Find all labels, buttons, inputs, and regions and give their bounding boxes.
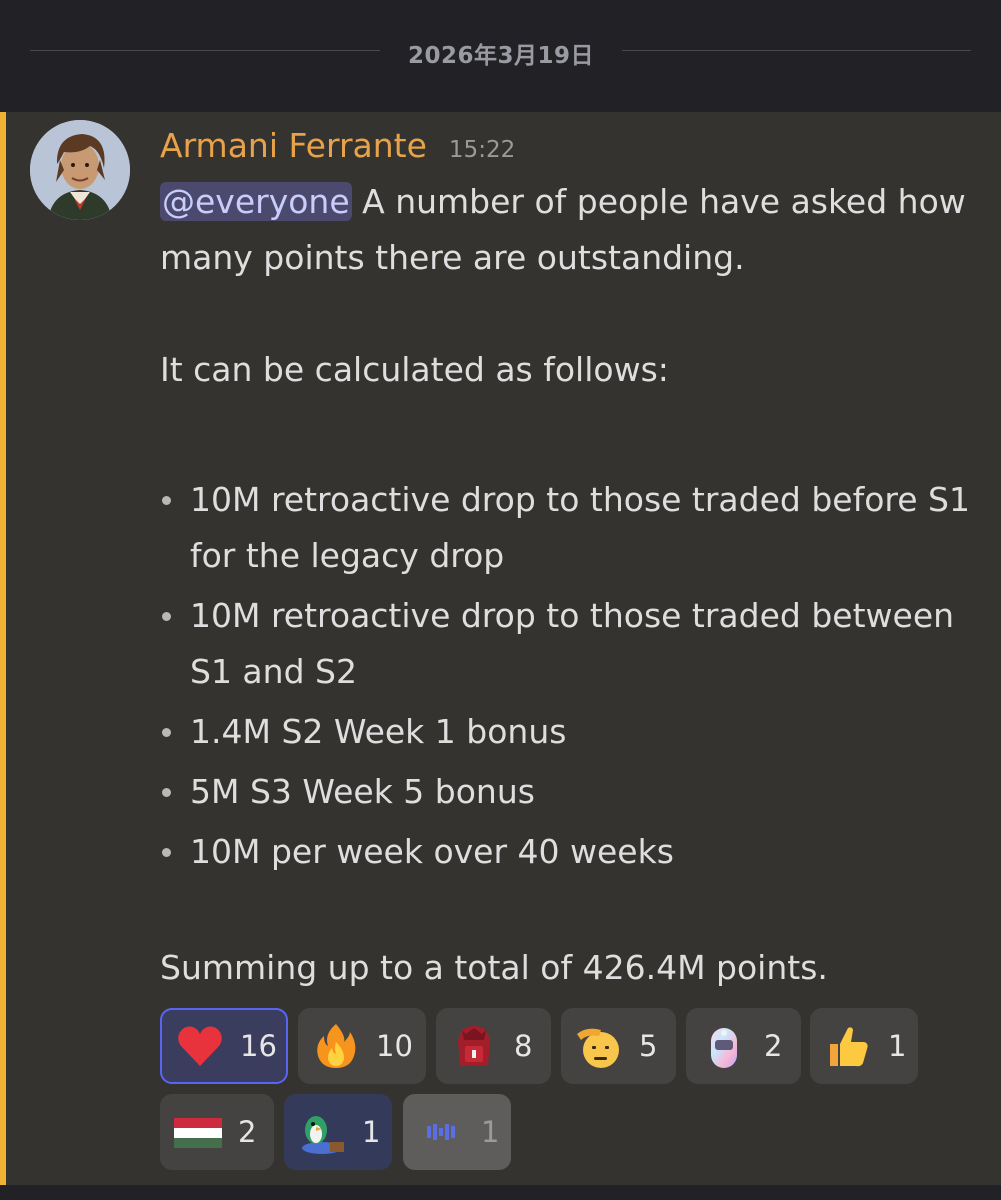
bullet-list: 10M retroactive drop to those traded bef… bbox=[160, 472, 980, 880]
timestamp: 15:22 bbox=[448, 137, 516, 163]
holographic-capsule-icon bbox=[711, 1028, 737, 1068]
thumbs-up-icon bbox=[830, 1027, 868, 1067]
divider-left bbox=[30, 50, 380, 51]
reaction-count: 16 bbox=[240, 1029, 277, 1063]
list-item: 1.4M S2 Week 1 bonus bbox=[160, 704, 980, 760]
list-item: 5M S3 Week 5 bonus bbox=[160, 764, 980, 820]
list-item: 10M retroactive drop to those traded bet… bbox=[160, 588, 980, 700]
avatar-image bbox=[30, 120, 130, 220]
red-backpack-icon bbox=[458, 1026, 490, 1066]
bullet-dot-icon bbox=[162, 788, 171, 797]
reaction-holographic-capsule[interactable]: 2 bbox=[686, 1008, 801, 1084]
reaction-red-backpack[interactable]: 8 bbox=[436, 1008, 551, 1084]
reaction-hungary-flag[interactable]: 2 bbox=[160, 1094, 274, 1170]
message-content: @everyone A number of people have asked … bbox=[160, 174, 980, 996]
bullet-dot-icon bbox=[162, 612, 171, 621]
reaction-count: 1 bbox=[888, 1029, 907, 1063]
message-header: Armani Ferrante 15:22 bbox=[160, 126, 515, 166]
bullet-dot-icon bbox=[162, 496, 171, 505]
reaction-count: 1 bbox=[481, 1115, 500, 1149]
bottom-bar bbox=[0, 1185, 1001, 1200]
reaction-fire[interactable]: 10 bbox=[298, 1008, 426, 1084]
list-item-text: 10M retroactive drop to those traded bet… bbox=[190, 596, 955, 691]
reaction-count: 5 bbox=[639, 1029, 658, 1063]
reaction-count: 10 bbox=[376, 1029, 413, 1063]
reaction-heart[interactable]: 16 bbox=[160, 1008, 288, 1084]
reaction-saluting-face[interactable]: 5 bbox=[561, 1008, 676, 1084]
penguin-dj-icon bbox=[302, 1116, 344, 1154]
reaction-thumbs-up[interactable]: 1 bbox=[810, 1008, 918, 1084]
reaction-count: 2 bbox=[764, 1029, 783, 1063]
mention-highlight-bar bbox=[0, 112, 6, 1185]
summary-line: Summing up to a total of 426.4M points. bbox=[160, 948, 828, 987]
reaction-count: 1 bbox=[362, 1115, 381, 1149]
reaction-count: 2 bbox=[238, 1115, 257, 1149]
list-item-text: 10M retroactive drop to those traded bef… bbox=[190, 480, 970, 575]
list-item: 10M per week over 40 weeks bbox=[160, 824, 980, 880]
date-label: 2026年3月19日 bbox=[407, 43, 595, 69]
author-name[interactable]: Armani Ferrante bbox=[160, 126, 427, 165]
reaction-count: 8 bbox=[514, 1029, 533, 1063]
fire-icon bbox=[317, 1024, 356, 1068]
calc-line: It can be calculated as follows: bbox=[160, 350, 669, 389]
heart-icon bbox=[178, 1026, 222, 1066]
message: Armani Ferrante 15:22 @everyone A number… bbox=[0, 112, 1001, 1185]
date-separator: 2026年3月19日 bbox=[0, 0, 1001, 112]
list-item-text: 10M per week over 40 weeks bbox=[190, 832, 674, 871]
list-item-text: 5M S3 Week 5 bonus bbox=[190, 772, 535, 811]
bullet-dot-icon bbox=[162, 848, 171, 857]
reaction-penguin-dj[interactable]: 1 bbox=[284, 1094, 392, 1170]
list-item-text: 1.4M S2 Week 1 bonus bbox=[190, 712, 567, 751]
bullet-dot-icon bbox=[162, 728, 171, 737]
reaction-pixel-emblem[interactable]: 1 bbox=[403, 1094, 511, 1170]
pixel-emblem-icon bbox=[427, 1124, 455, 1140]
hungary-flag-icon bbox=[174, 1118, 222, 1148]
avatar[interactable] bbox=[30, 120, 130, 220]
intro-paragraph: @everyone A number of people have asked … bbox=[160, 174, 980, 286]
list-item: 10M retroactive drop to those traded bef… bbox=[160, 472, 980, 584]
saluting-face-icon bbox=[577, 1028, 619, 1068]
divider-right bbox=[622, 50, 971, 51]
everyone-mention[interactable]: @everyone bbox=[160, 182, 352, 221]
